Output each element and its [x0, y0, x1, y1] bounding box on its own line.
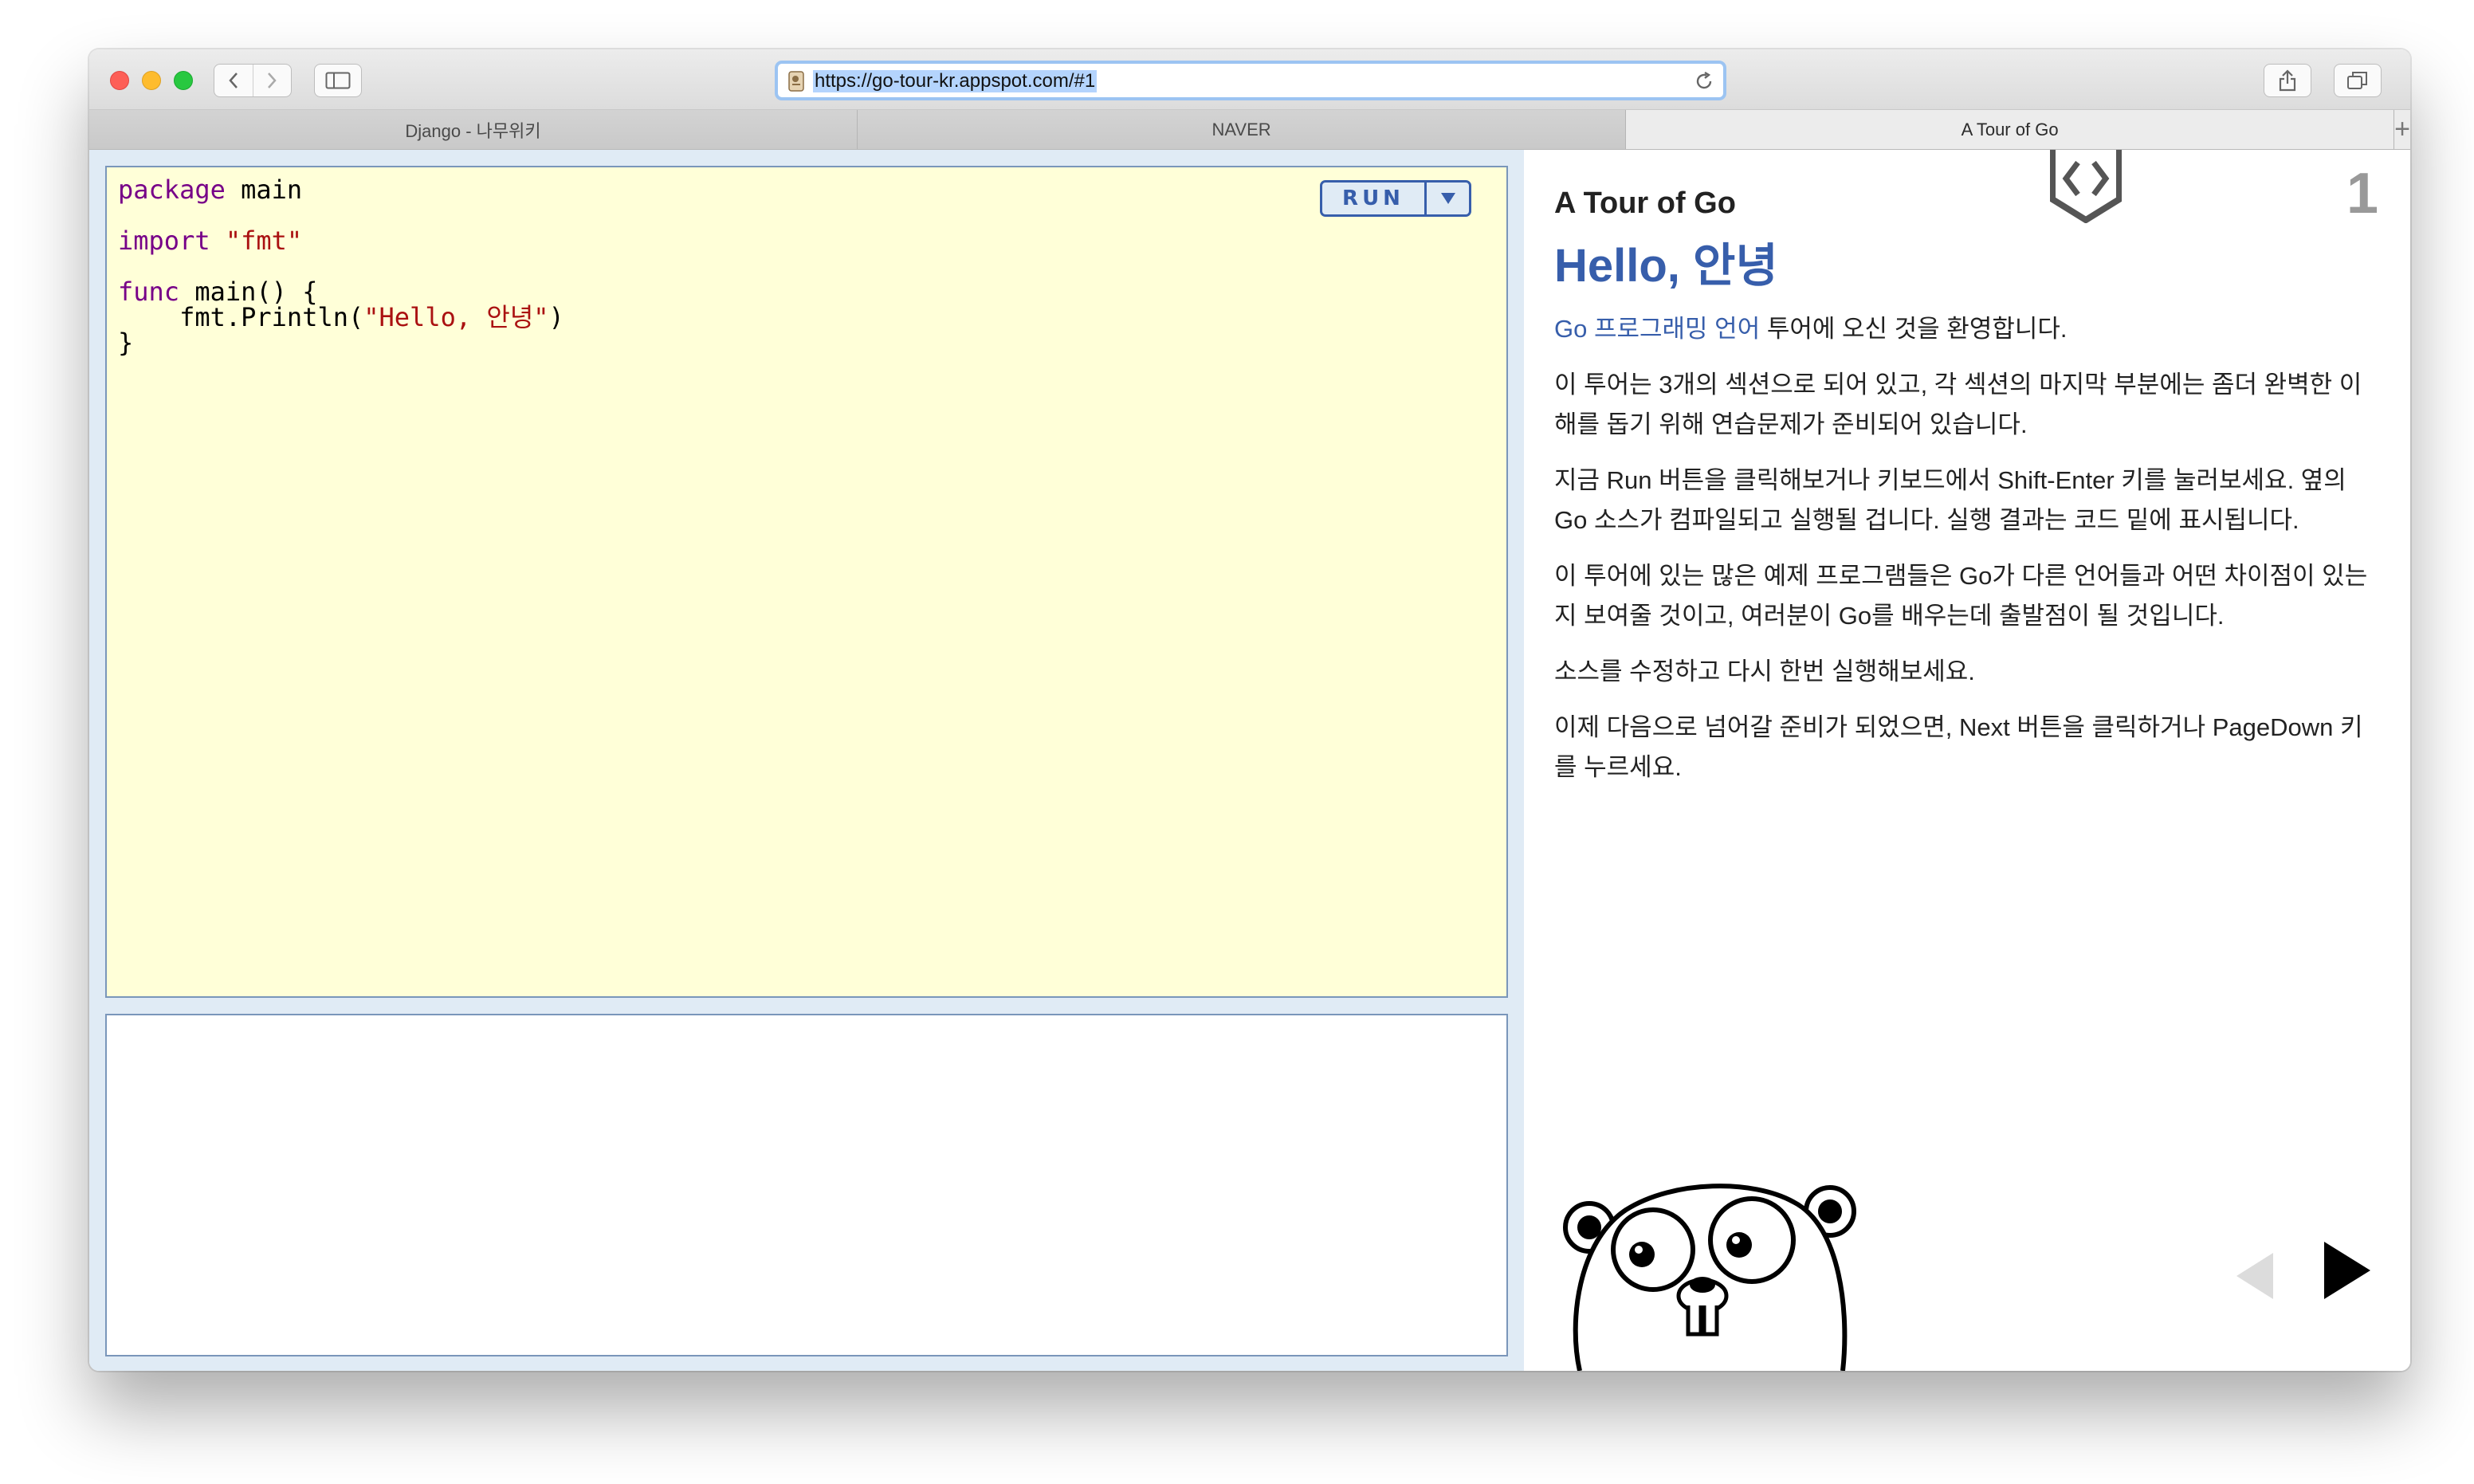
code-line: import "fmt" [118, 228, 1506, 253]
dropdown-icon [1440, 193, 1455, 204]
lesson-paragraph: 이제 다음으로 넘어갈 준비가 되었으면, Next 버튼을 클릭하거나 Pag… [1554, 713, 2363, 781]
share-button[interactable] [2264, 64, 2311, 97]
reload-icon[interactable] [1693, 70, 1715, 92]
url-text[interactable]: https://go-tour-kr.appspot.com/#1 [813, 70, 1098, 92]
gopher-mascot [1563, 1184, 1856, 1371]
module-title: A Tour of Go [1554, 186, 1736, 220]
output-panel [105, 1014, 1508, 1356]
code-keyword: package [118, 175, 226, 205]
tab-bar: Django - 나무위키 NAVER A Tour of Go + [89, 110, 2410, 150]
close-window-button[interactable] [110, 71, 129, 90]
lesson-paragraph: 소스를 수정하고 다시 한번 실행해보세요. [1554, 658, 1975, 685]
paragraph-text: 투어에 오신 것을 환영합니다. [1760, 315, 2068, 343]
run-button[interactable]: RUN [1322, 183, 1424, 214]
code-text: main [225, 175, 303, 205]
tab-naver[interactable]: NAVER [858, 110, 1627, 149]
tab-django[interactable]: Django - 나무위키 [89, 110, 858, 149]
tab-overview-button[interactable] [2334, 64, 2382, 97]
code-line: fmt.Println("Hello, 안녕") [118, 304, 1506, 330]
lesson-title: Hello, 안녕 [1554, 240, 1778, 292]
run-options-button[interactable] [1424, 183, 1469, 214]
code-editor[interactable]: package main import "fmt" func main() { … [105, 166, 1508, 998]
tab-tour-of-go[interactable]: A Tour of Go [1626, 110, 2395, 149]
address-bar[interactable]: https://go-tour-kr.appspot.com/#1 [775, 61, 1726, 100]
page-icon [788, 71, 804, 92]
sidebar-icon [325, 72, 351, 89]
lesson-paragraph: 이 투어는 3개의 섹션으로 되어 있고, 각 섹션의 마지막 부분에는 좀더 … [1554, 371, 2362, 438]
run-controls: RUN [1320, 180, 1471, 217]
code-keyword: import [118, 226, 210, 256]
next-icon[interactable] [2321, 1240, 2372, 1301]
minimize-window-button[interactable] [142, 71, 161, 90]
code-string: "Hello, 안녕" [363, 302, 549, 332]
code-string: "fmt" [225, 226, 303, 256]
code-text: } [118, 328, 134, 358]
prev-icon[interactable] [2233, 1251, 2276, 1301]
page-content: package main import "fmt" func main() { … [89, 150, 2410, 1371]
page-number: 1 [2346, 162, 2378, 226]
forward-icon [268, 73, 277, 88]
new-tab-button[interactable]: + [2394, 110, 2410, 149]
browser-window: https://go-tour-kr.appspot.com/#1 Django… [89, 49, 2410, 1371]
browser-toolbar: https://go-tour-kr.appspot.com/#1 [89, 49, 2410, 110]
code-line: } [118, 330, 1506, 355]
lesson-body: Go 프로그래밍 언어 투어에 오신 것을 환영합니다. 이 투어는 3개의 섹… [1554, 309, 2383, 803]
code-text: ) [548, 302, 564, 332]
lesson-paragraph: 이 투어에 있는 많은 예제 프로그램들은 Go가 다른 언어들과 어떤 차이점… [1554, 562, 2368, 630]
lesson-paragraph: Go 프로그래밍 언어 투어에 오신 것을 환영합니다. [1554, 309, 2383, 349]
go-logo-icon[interactable] [2050, 150, 2122, 223]
back-button[interactable] [214, 65, 253, 96]
code-line: func main() { [118, 279, 1506, 304]
tabs-overview-icon [2347, 72, 2367, 89]
lesson-paragraph: 지금 Run 버튼을 클릭해보거나 키보드에서 Shift-Enter 키를 눌… [1554, 466, 2346, 534]
share-icon [2279, 69, 2296, 92]
go-language-link[interactable]: Go 프로그래밍 언어 [1554, 315, 1760, 343]
lesson-pane: A Tour of Go 1 Hello, 안녕 Go 프로그래밍 언어 투어에… [1524, 150, 2410, 1371]
zoom-window-button[interactable] [174, 71, 193, 90]
workspace-pane: package main import "fmt" func main() { … [89, 150, 1524, 1371]
back-icon [229, 73, 238, 88]
sidebar-toggle-button[interactable] [314, 64, 362, 97]
forward-button[interactable] [252, 65, 292, 96]
code-line: package main [118, 177, 1506, 202]
code-text: fmt.Println( [118, 302, 364, 332]
history-nav [214, 64, 292, 97]
